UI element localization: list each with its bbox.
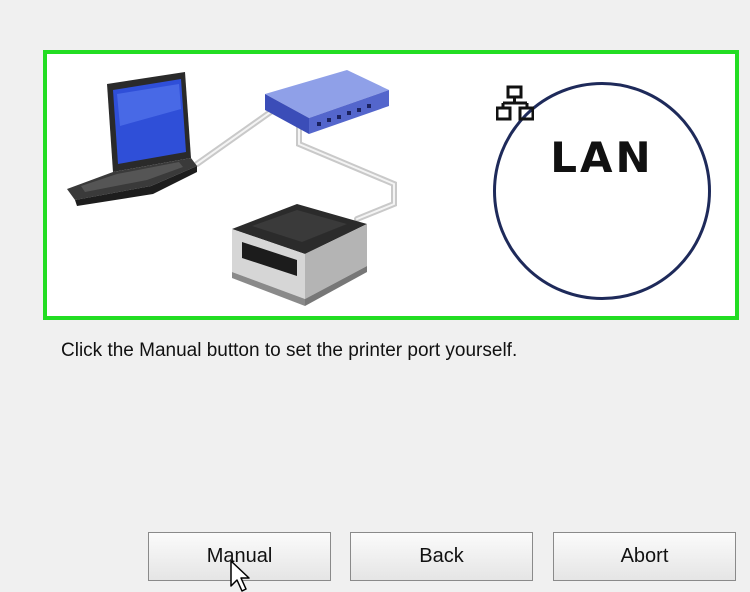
lan-badge: LAN: [493, 82, 711, 300]
mouse-pointer-icon: [230, 560, 250, 592]
network-icon: [496, 85, 534, 121]
network-illustration: LAN: [43, 50, 739, 320]
back-button[interactable]: Back: [350, 532, 533, 581]
lan-label: LAN: [550, 133, 654, 182]
instruction-text: Click the Manual button to set the print…: [61, 340, 518, 361]
printer-icon: [232, 204, 367, 306]
device-connection-diagram: [67, 70, 397, 306]
router-icon: [265, 70, 389, 134]
abort-button[interactable]: Abort: [553, 532, 736, 581]
laptop-icon: [67, 72, 197, 206]
